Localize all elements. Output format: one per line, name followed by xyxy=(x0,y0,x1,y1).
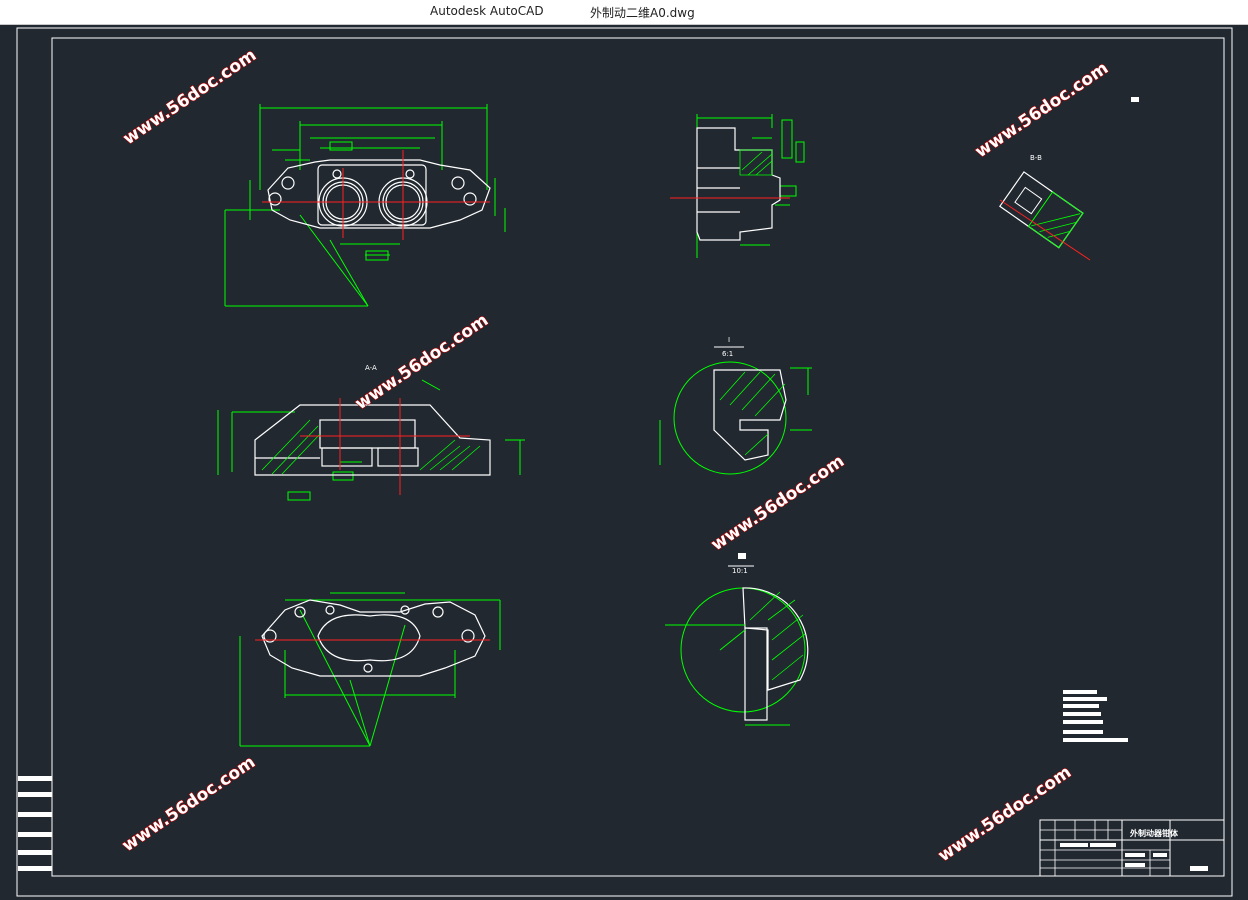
title-block[interactable]: 外制动器钳体 xyxy=(1039,819,1225,877)
bottom-view[interactable] xyxy=(239,592,501,747)
technical-notes xyxy=(1063,690,1128,742)
watermark-5: www.56doc.com xyxy=(119,752,260,856)
watermark-2: www.56doc.com xyxy=(972,58,1113,162)
left-margin-blocks xyxy=(18,776,52,871)
watermarks: www.56doc.com www.56doc.com www.56doc.co… xyxy=(118,45,1113,867)
app-name: Autodesk AutoCAD xyxy=(430,4,544,18)
watermark-3: www.56doc.com xyxy=(352,310,493,414)
detail-i-scale: 6:1 xyxy=(722,350,733,358)
watermark-6: www.56doc.com xyxy=(935,762,1076,866)
detail-ii-label-block xyxy=(738,553,746,559)
detail-ii-scale: 10:1 xyxy=(732,567,748,575)
detail-i-view[interactable]: I 6:1 xyxy=(659,336,812,475)
window-titlebar: Autodesk AutoCAD 外制动二维A0.dwg xyxy=(0,0,1248,25)
watermark-1: www.56doc.com xyxy=(120,45,261,149)
drawing-svg[interactable]: B-B A-A I 6:1 10:1 外制动器钳体 www.56doc.com … xyxy=(0,25,1248,900)
sheet-inner-border xyxy=(51,37,1225,877)
section-b-label: B-B xyxy=(1030,154,1042,162)
watermark-4: www.56doc.com xyxy=(708,451,849,555)
sheet-outer-border xyxy=(16,27,1233,897)
top-view[interactable] xyxy=(224,104,506,307)
drawing-canvas[interactable]: B-B A-A I 6:1 10:1 外制动器钳体 www.56doc.com … xyxy=(0,25,1248,900)
section-a-label: A-A xyxy=(365,364,377,372)
title-block-drawing-name: 外制动器钳体 xyxy=(1130,828,1179,838)
detail-ii-view[interactable]: 10:1 xyxy=(665,553,809,726)
file-name: 外制动二维A0.dwg xyxy=(590,6,695,20)
side-view[interactable] xyxy=(670,114,805,258)
detail-i-label: I xyxy=(728,336,730,344)
